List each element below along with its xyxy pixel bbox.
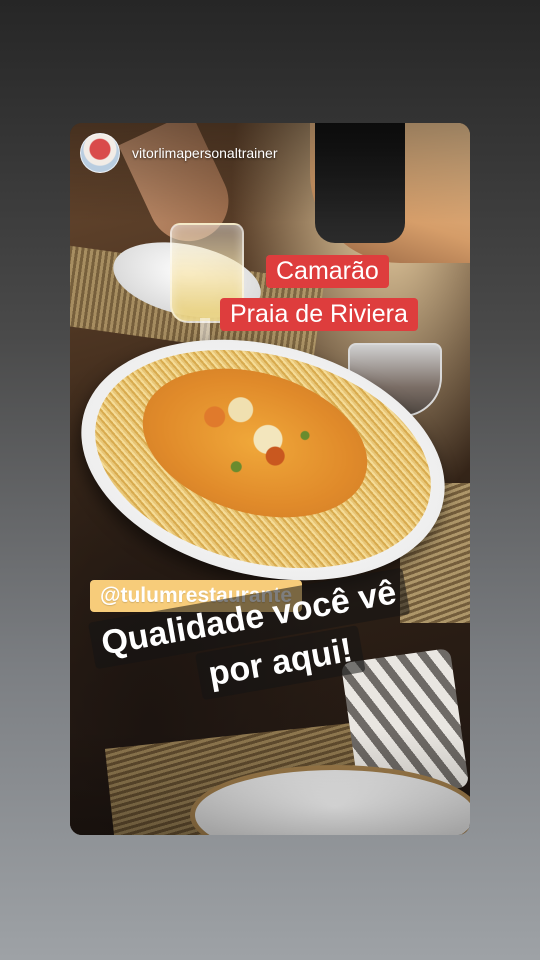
avatar[interactable]: [80, 133, 120, 173]
username[interactable]: vitorlimapersonaltrainer: [132, 145, 278, 161]
vignette: [70, 123, 470, 835]
food-photo: [70, 123, 470, 835]
story-card[interactable]: vitorlimapersonaltrainer Camarão Praia d…: [70, 123, 470, 835]
story-header: vitorlimapersonaltrainer: [80, 133, 278, 173]
dish-title-line-2: Praia de Riviera: [220, 298, 418, 331]
dish-title-line-1: Camarão: [266, 255, 389, 288]
